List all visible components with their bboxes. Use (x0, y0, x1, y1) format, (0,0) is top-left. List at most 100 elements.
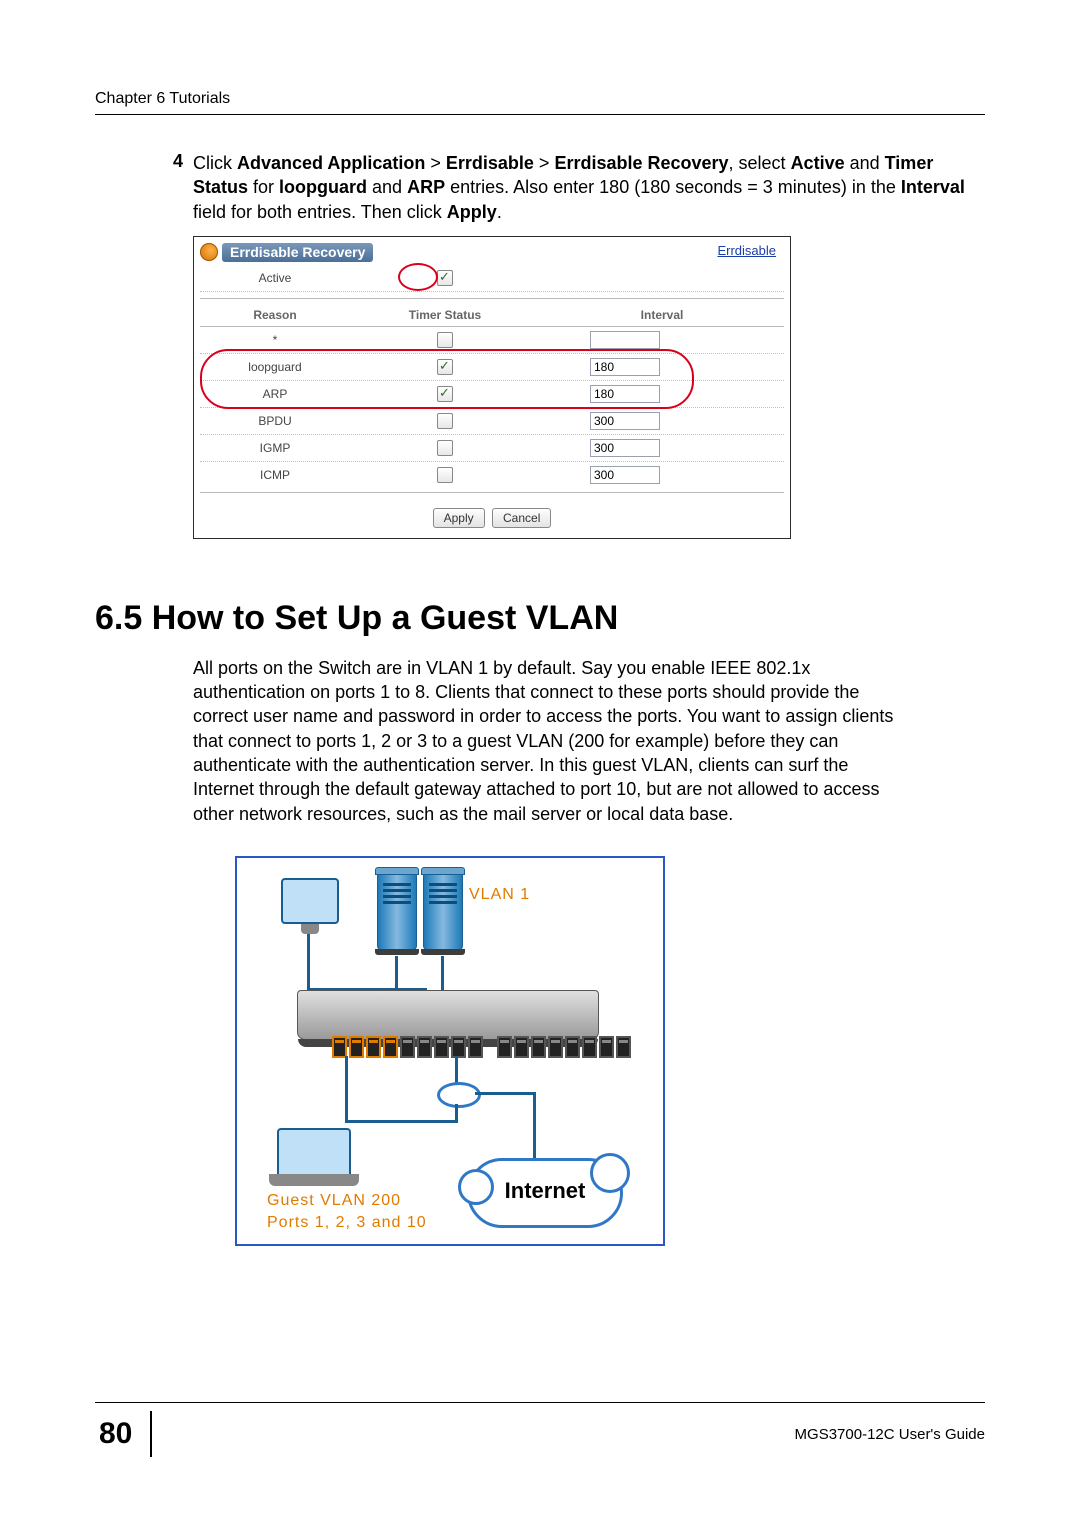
vlan1-label: VLAN 1 (469, 886, 530, 904)
active-row: Active (200, 265, 784, 292)
section-heading: 6.5 How to Set Up a Guest VLAN (95, 599, 985, 638)
t: ARP (407, 177, 445, 197)
step-number: 4 (155, 151, 193, 224)
port-gap (485, 1036, 495, 1058)
reason-cell: ARP (200, 387, 350, 401)
active-checkbox[interactable] (437, 270, 453, 286)
connection-line (395, 956, 398, 990)
connection-line (345, 1120, 458, 1123)
timer-checkbox[interactable] (437, 359, 453, 375)
port-icon (497, 1036, 512, 1058)
interval-input[interactable] (590, 412, 660, 430)
interval-input[interactable] (590, 331, 660, 349)
port-icon (531, 1036, 546, 1058)
interval-input[interactable] (590, 385, 660, 403)
timer-checkbox[interactable] (437, 386, 453, 402)
interval-input[interactable] (590, 439, 660, 457)
guest-ports-label: Ports 1, 2, 3 and 10 (267, 1214, 427, 1232)
page-footer: 80 MGS3700-12C User's Guide (95, 1402, 985, 1457)
col-interval: Interval (540, 308, 784, 322)
ports-bar (332, 1036, 631, 1058)
port-icon (332, 1036, 347, 1058)
port-icon (383, 1036, 398, 1058)
t: loopguard (279, 177, 367, 197)
chapter-header: Chapter 6 Tutorials (95, 90, 985, 115)
table-row: IGMP (200, 435, 784, 462)
t: Active (791, 153, 845, 173)
reason-cell: * (200, 333, 350, 347)
apply-button[interactable]: Apply (433, 508, 485, 528)
port-icon (400, 1036, 415, 1058)
port-icon (451, 1036, 466, 1058)
laptop-icon (277, 1128, 351, 1176)
section-paragraph: All ports on the Switch are in VLAN 1 by… (193, 656, 913, 826)
table-row: * (200, 327, 784, 354)
reason-cell: loopguard (200, 360, 350, 374)
t: , select (729, 153, 791, 173)
t: and (367, 177, 407, 197)
t: field for both entries. Then click (193, 202, 447, 222)
t: > (534, 153, 555, 173)
interval-input[interactable] (590, 358, 660, 376)
interval-input[interactable] (590, 466, 660, 484)
port-icon (366, 1036, 381, 1058)
server-icon (377, 872, 417, 950)
port-icon (417, 1036, 432, 1058)
table-row: ICMP (200, 462, 784, 488)
port-icon (434, 1036, 449, 1058)
reason-cell: IGMP (200, 441, 350, 455)
button-row: Apply Cancel (194, 508, 790, 528)
internet-label: Internet (505, 1178, 586, 1203)
computer-icon (281, 878, 339, 924)
t: . (497, 202, 502, 222)
reason-cell: BPDU (200, 414, 350, 428)
connection-line (307, 934, 310, 990)
timer-checkbox[interactable] (437, 413, 453, 429)
port-icon (514, 1036, 529, 1058)
guest-vlan-diagram: VLAN 1 (235, 856, 665, 1246)
t: > (425, 153, 446, 173)
errdisable-link[interactable]: Errdisable (717, 243, 776, 258)
t: Errdisable Recovery (554, 153, 728, 173)
page-number: 80 (95, 1411, 152, 1457)
reason-cell: ICMP (200, 468, 350, 482)
col-reason: Reason (200, 308, 350, 322)
connection-line (441, 956, 444, 990)
step-4: 4 Click Advanced Application > Errdisabl… (155, 151, 985, 224)
t: Advanced Application (237, 153, 425, 173)
t: Errdisable (446, 153, 534, 173)
step-text: Click Advanced Application > Errdisable … (193, 151, 985, 224)
guest-vlan-label: Guest VLAN 200 (267, 1192, 401, 1210)
timer-checkbox[interactable] (437, 332, 453, 348)
port-icon (582, 1036, 597, 1058)
title-orb-icon (200, 243, 218, 261)
port-icon (349, 1036, 364, 1058)
t: Click (193, 153, 237, 173)
connection-line (345, 1056, 348, 1120)
table-row: BPDU (200, 408, 784, 435)
panel-titlebar: Errdisable Recovery Errdisable (200, 241, 784, 263)
port-icon (616, 1036, 631, 1058)
guide-name: MGS3700-12C User's Guide (795, 1426, 985, 1443)
timer-checkbox[interactable] (437, 467, 453, 483)
port-icon (599, 1036, 614, 1058)
errdisable-recovery-panel: Errdisable Recovery Errdisable Active Re… (193, 236, 791, 539)
separator (200, 492, 784, 494)
port-icon (565, 1036, 580, 1058)
connection-line (533, 1092, 536, 1160)
cancel-button[interactable]: Cancel (492, 508, 551, 528)
t: and (845, 153, 885, 173)
table-row: ARP (200, 381, 784, 408)
port-icon (468, 1036, 483, 1058)
timer-checkbox[interactable] (437, 440, 453, 456)
table-row: loopguard (200, 354, 784, 381)
active-label: Active (200, 271, 350, 285)
switch-icon (297, 990, 599, 1040)
t: for (248, 177, 279, 197)
connection-line (475, 1092, 535, 1095)
t: Interval (901, 177, 965, 197)
panel-title: Errdisable Recovery (222, 243, 373, 262)
t: Apply (447, 202, 497, 222)
internet-cloud: Internet (467, 1158, 623, 1228)
port-icon (548, 1036, 563, 1058)
